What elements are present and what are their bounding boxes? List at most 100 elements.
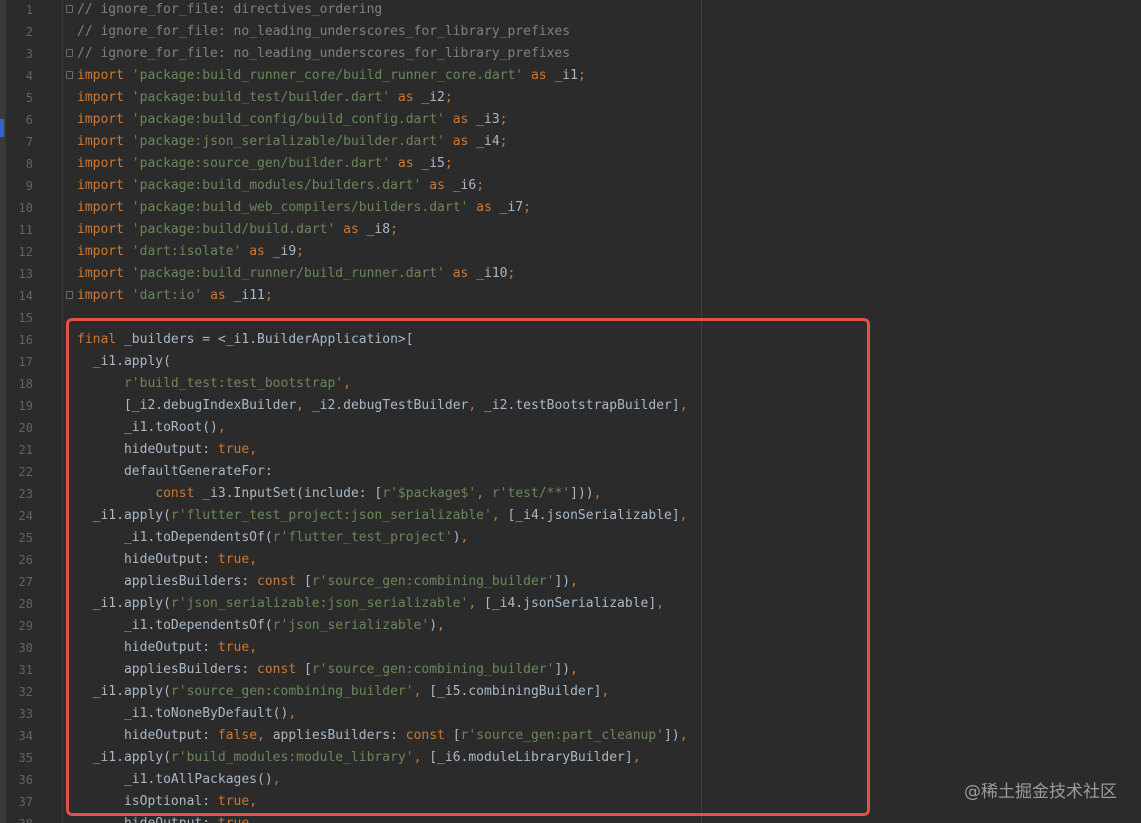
line-number[interactable]: 36 xyxy=(0,769,33,791)
line-number[interactable]: 20 xyxy=(0,417,33,439)
line-number[interactable]: 30 xyxy=(0,637,33,659)
code-line[interactable]: 5 import 'package:build_test/builder.dart… xyxy=(0,87,1141,109)
line-number[interactable]: 9 xyxy=(0,175,33,197)
code-line[interactable]: 22 defaultGenerateFor: xyxy=(0,461,1141,483)
code-line[interactable]: 13 import 'package:build_runner/build_run… xyxy=(0,263,1141,285)
line-number[interactable]: 3 xyxy=(0,43,33,65)
code-line[interactable]: 21 hideOutput: true, xyxy=(0,439,1141,461)
line-number[interactable]: 32 xyxy=(0,681,33,703)
line-number[interactable]: 25 xyxy=(0,527,33,549)
line-number[interactable]: 21 xyxy=(0,439,33,461)
code-text[interactable]: _i1.toNoneByDefault(), xyxy=(77,703,296,725)
code-editor[interactable]: 1 // ignore_for_file: directives_ordering… xyxy=(0,0,1141,823)
code-text[interactable]: hideOutput: false, appliesBuilders: cons… xyxy=(77,725,688,747)
code-text[interactable]: final _builders = <_i1.BuilderApplicatio… xyxy=(77,329,414,351)
code-text[interactable]: // ignore_for_file: no_leading_underscor… xyxy=(77,43,570,65)
code-text[interactable]: import 'package:build/build.dart' as _i8… xyxy=(77,219,398,241)
line-number[interactable]: 15 xyxy=(0,307,33,329)
line-number[interactable]: 6 xyxy=(0,109,33,131)
fold-toggle-icon[interactable] xyxy=(66,291,73,299)
code-text[interactable]: import 'package:build_runner_core/build_… xyxy=(77,65,586,87)
code-line[interactable]: 24 _i1.apply(r'flutter_test_project:json… xyxy=(0,505,1141,527)
line-number[interactable]: 26 xyxy=(0,549,33,571)
code-line[interactable]: 23 const _i3.InputSet(include: [r'$packa… xyxy=(0,483,1141,505)
line-number[interactable]: 37 xyxy=(0,791,33,813)
code-text[interactable]: import 'package:build_config/build_confi… xyxy=(77,109,508,131)
line-number[interactable]: 29 xyxy=(0,615,33,637)
code-text[interactable]: import 'package:build_web_compilers/buil… xyxy=(77,197,531,219)
code-line[interactable]: 34 hideOutput: false, appliesBuilders: c… xyxy=(0,725,1141,747)
line-number[interactable]: 4 xyxy=(0,65,33,87)
code-text[interactable]: hideOutput: true, xyxy=(77,549,257,571)
code-line[interactable]: 20 _i1.toRoot(), xyxy=(0,417,1141,439)
line-number[interactable]: 34 xyxy=(0,725,33,747)
code-text[interactable]: _i1.apply(r'json_serializable:json_seria… xyxy=(77,593,664,615)
code-text[interactable]: import 'package:source_gen/builder.dart'… xyxy=(77,153,453,175)
code-line[interactable]: 11 import 'package:build/build.dart' as _… xyxy=(0,219,1141,241)
line-number[interactable]: 2 xyxy=(0,21,33,43)
code-line[interactable]: 26 hideOutput: true, xyxy=(0,549,1141,571)
code-text[interactable]: defaultGenerateFor: xyxy=(77,461,273,483)
code-line[interactable]: 18 r'build_test:test_bootstrap', xyxy=(0,373,1141,395)
line-number[interactable]: 27 xyxy=(0,571,33,593)
code-text[interactable]: import 'package:build_modules/builders.d… xyxy=(77,175,484,197)
line-number[interactable]: 16 xyxy=(0,329,33,351)
code-text[interactable]: hideOutput: true, xyxy=(77,637,257,659)
line-number[interactable]: 24 xyxy=(0,505,33,527)
code-line[interactable]: 15 xyxy=(0,307,1141,329)
line-number[interactable]: 17 xyxy=(0,351,33,373)
code-line[interactable]: 30 hideOutput: true, xyxy=(0,637,1141,659)
code-line[interactable]: 32 _i1.apply(r'source_gen:combining_buil… xyxy=(0,681,1141,703)
code-line[interactable]: 17 _i1.apply( xyxy=(0,351,1141,373)
line-number[interactable]: 19 xyxy=(0,395,33,417)
line-number[interactable]: 11 xyxy=(0,219,33,241)
code-text[interactable]: _i1.apply( xyxy=(77,351,171,373)
code-text[interactable]: r'build_test:test_bootstrap', xyxy=(77,373,351,395)
code-text[interactable]: import 'dart:io' as _i11; xyxy=(77,285,273,307)
code-text[interactable]: const _i3.InputSet(include: [r'$package$… xyxy=(77,483,601,505)
code-text[interactable]: import 'package:build_test/builder.dart'… xyxy=(77,87,453,109)
code-text[interactable]: _i1.toDependentsOf(r'json_serializable')… xyxy=(77,615,445,637)
code-line[interactable]: 16 final _builders = <_i1.BuilderApplicat… xyxy=(0,329,1141,351)
code-text[interactable]: appliesBuilders: const [r'source_gen:com… xyxy=(77,571,578,593)
code-text[interactable]: // ignore_for_file: no_leading_underscor… xyxy=(77,21,570,43)
fold-toggle-icon[interactable] xyxy=(66,5,73,13)
line-number[interactable]: 28 xyxy=(0,593,33,615)
code-line[interactable]: 35 _i1.apply(r'build_modules:module_libr… xyxy=(0,747,1141,769)
code-text[interactable]: import 'package:json_serializable/builde… xyxy=(77,131,508,153)
code-text[interactable]: import 'dart:isolate' as _i9; xyxy=(77,241,304,263)
code-line[interactable]: 10 import 'package:build_web_compilers/bu… xyxy=(0,197,1141,219)
line-number[interactable]: 18 xyxy=(0,373,33,395)
line-number[interactable]: 1 xyxy=(0,0,33,21)
fold-toggle-icon[interactable] xyxy=(66,49,73,57)
line-number[interactable]: 31 xyxy=(0,659,33,681)
line-number[interactable]: 33 xyxy=(0,703,33,725)
line-number[interactable]: 38 xyxy=(0,813,33,823)
code-line[interactable]: 19 [_i2.debugIndexBuilder, _i2.debugTest… xyxy=(0,395,1141,417)
line-number[interactable]: 35 xyxy=(0,747,33,769)
code-line[interactable]: 3 // ignore_for_file: no_leading_undersco… xyxy=(0,43,1141,65)
code-line[interactable]: 1 // ignore_for_file: directives_ordering xyxy=(0,0,1141,21)
code-line[interactable]: 4 import 'package:build_runner_core/build… xyxy=(0,65,1141,87)
code-line[interactable]: 14 import 'dart:io' as _i11; xyxy=(0,285,1141,307)
code-line[interactable]: 9 import 'package:build_modules/builders.… xyxy=(0,175,1141,197)
line-number[interactable]: 13 xyxy=(0,263,33,285)
code-text[interactable]: _i1.toRoot(), xyxy=(77,417,226,439)
code-line[interactable]: 25 _i1.toDependentsOf(r'flutter_test_pro… xyxy=(0,527,1141,549)
code-line[interactable]: 31 appliesBuilders: const [r'source_gen:… xyxy=(0,659,1141,681)
code-line[interactable]: 7 import 'package:json_serializable/build… xyxy=(0,131,1141,153)
code-text[interactable]: import 'package:build_runner/build_runne… xyxy=(77,263,515,285)
code-line[interactable]: 6 import 'package:build_config/build_conf… xyxy=(0,109,1141,131)
code-text[interactable]: _i1.apply(r'flutter_test_project:json_se… xyxy=(77,505,688,527)
code-line[interactable]: 12 import 'dart:isolate' as _i9; xyxy=(0,241,1141,263)
code-line[interactable]: 38 hideOutput: true, xyxy=(0,813,1141,823)
line-number[interactable]: 23 xyxy=(0,483,33,505)
code-text[interactable]: hideOutput: true, xyxy=(77,439,257,461)
line-number[interactable]: 14 xyxy=(0,285,33,307)
line-number[interactable]: 22 xyxy=(0,461,33,483)
code-line[interactable]: 33 _i1.toNoneByDefault(), xyxy=(0,703,1141,725)
code-text[interactable]: hideOutput: true, xyxy=(77,813,257,823)
code-text[interactable]: // ignore_for_file: directives_ordering xyxy=(77,0,382,21)
code-line[interactable]: 27 appliesBuilders: const [r'source_gen:… xyxy=(0,571,1141,593)
code-text[interactable]: _i1.toAllPackages(), xyxy=(77,769,281,791)
